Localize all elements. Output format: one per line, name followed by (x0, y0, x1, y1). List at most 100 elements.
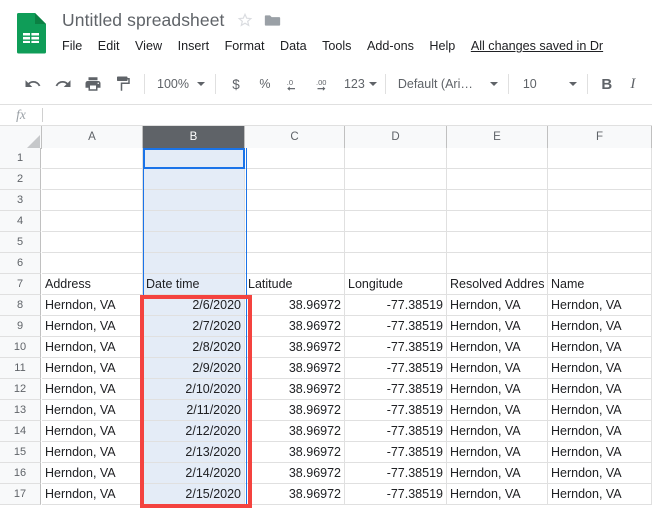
cell-E5[interactable] (447, 232, 548, 253)
zoom-selector[interactable]: 100% (151, 71, 209, 97)
number-format-selector[interactable]: 123 (340, 71, 379, 97)
cell-E7[interactable]: Resolved Addres (447, 274, 548, 295)
row-header-12[interactable]: 12 (0, 379, 41, 400)
cell-E8[interactable]: Herndon, VA (447, 295, 548, 316)
row-header-2[interactable]: 2 (0, 169, 41, 190)
cell-F11[interactable]: Herndon, VA (548, 358, 652, 379)
cell-D1[interactable] (345, 148, 447, 169)
cell-A12[interactable]: Herndon, VA (42, 379, 143, 400)
cell-F10[interactable]: Herndon, VA (548, 337, 652, 358)
row-header-7[interactable]: 7 (0, 274, 41, 295)
cell-D9[interactable]: -77.38519 (345, 316, 447, 337)
row-header-3[interactable]: 3 (0, 190, 41, 211)
cell-B16[interactable]: 2/14/2020 (143, 463, 245, 484)
cell-E16[interactable]: Herndon, VA (447, 463, 548, 484)
cell-B15[interactable]: 2/13/2020 (143, 442, 245, 463)
cell-C9[interactable]: 38.96972 (245, 316, 345, 337)
decrease-decimal-icon[interactable]: .0 (282, 71, 308, 97)
cell-A2[interactable] (42, 169, 143, 190)
cell-A14[interactable]: Herndon, VA (42, 421, 143, 442)
menu-data[interactable]: Data (280, 37, 307, 55)
cell-D12[interactable]: -77.38519 (345, 379, 447, 400)
cell-D5[interactable] (345, 232, 447, 253)
cell-C13[interactable]: 38.96972 (245, 400, 345, 421)
cell-F7[interactable]: Name (548, 274, 652, 295)
cell-C10[interactable]: 38.96972 (245, 337, 345, 358)
cell-E11[interactable]: Herndon, VA (447, 358, 548, 379)
menu-file[interactable]: File (62, 37, 82, 55)
cell-C8[interactable]: 38.96972 (245, 295, 345, 316)
font-family-selector[interactable]: Default (Ari… (392, 71, 502, 97)
bold-button[interactable]: B (594, 71, 620, 97)
document-title[interactable]: Untitled spreadsheet (62, 10, 225, 31)
cell-F14[interactable]: Herndon, VA (548, 421, 652, 442)
cell-E13[interactable]: Herndon, VA (447, 400, 548, 421)
cell-D2[interactable] (345, 169, 447, 190)
cell-C7[interactable]: Latitude (245, 274, 345, 295)
redo-icon[interactable] (50, 71, 76, 97)
save-status-link[interactable]: All changes saved in Dr (471, 37, 603, 55)
row-header-15[interactable]: 15 (0, 442, 41, 463)
cell-D4[interactable] (345, 211, 447, 232)
cell-C4[interactable] (245, 211, 345, 232)
cell-F12[interactable]: Herndon, VA (548, 379, 652, 400)
cell-D6[interactable] (345, 253, 447, 274)
cell-F3[interactable] (548, 190, 652, 211)
cell-B12[interactable]: 2/10/2020 (143, 379, 245, 400)
row-header-13[interactable]: 13 (0, 400, 41, 421)
row-header-8[interactable]: 8 (0, 295, 41, 316)
column-header-a[interactable]: A (42, 126, 143, 148)
increase-decimal-icon[interactable]: .00 (312, 71, 338, 97)
cell-E14[interactable]: Herndon, VA (447, 421, 548, 442)
menu-view[interactable]: View (135, 37, 162, 55)
cell-F16[interactable]: Herndon, VA (548, 463, 652, 484)
cell-A1[interactable] (42, 148, 143, 169)
cell-E2[interactable] (447, 169, 548, 190)
cell-B13[interactable]: 2/11/2020 (143, 400, 245, 421)
cell-D8[interactable]: -77.38519 (345, 295, 447, 316)
cell-F13[interactable]: Herndon, VA (548, 400, 652, 421)
menu-addons[interactable]: Add-ons (367, 37, 414, 55)
cell-C14[interactable]: 38.96972 (245, 421, 345, 442)
undo-icon[interactable] (20, 71, 46, 97)
menu-insert[interactable]: Insert (178, 37, 210, 55)
percent-format-button[interactable]: % (250, 71, 280, 97)
cell-F9[interactable]: Herndon, VA (548, 316, 652, 337)
row-header-16[interactable]: 16 (0, 463, 41, 484)
cell-A4[interactable] (42, 211, 143, 232)
column-header-f[interactable]: F (548, 126, 652, 148)
cell-F15[interactable]: Herndon, VA (548, 442, 652, 463)
cell-D17[interactable]: -77.38519 (345, 484, 447, 505)
cell-B8[interactable]: 2/6/2020 (143, 295, 245, 316)
paint-format-icon[interactable] (110, 71, 136, 97)
cell-B17[interactable]: 2/15/2020 (143, 484, 245, 505)
cell-E10[interactable]: Herndon, VA (447, 337, 548, 358)
cell-A11[interactable]: Herndon, VA (42, 358, 143, 379)
cell-A7[interactable]: Address (42, 274, 143, 295)
row-header-4[interactable]: 4 (0, 211, 41, 232)
folder-icon[interactable] (264, 13, 281, 28)
cell-A16[interactable]: Herndon, VA (42, 463, 143, 484)
currency-format-button[interactable]: $ (222, 71, 250, 97)
cell-A3[interactable] (42, 190, 143, 211)
cell-C1[interactable] (245, 148, 345, 169)
cell-C3[interactable] (245, 190, 345, 211)
cell-D3[interactable] (345, 190, 447, 211)
cell-C2[interactable] (245, 169, 345, 190)
cell-B9[interactable]: 2/7/2020 (143, 316, 245, 337)
cell-E9[interactable]: Herndon, VA (447, 316, 548, 337)
row-header-10[interactable]: 10 (0, 337, 41, 358)
italic-button[interactable]: I (620, 71, 646, 97)
row-header-5[interactable]: 5 (0, 232, 41, 253)
cell-A8[interactable]: Herndon, VA (42, 295, 143, 316)
row-header-1[interactable]: 1 (0, 148, 41, 169)
cell-B10[interactable]: 2/8/2020 (143, 337, 245, 358)
menu-edit[interactable]: Edit (98, 37, 120, 55)
cell-C11[interactable]: 38.96972 (245, 358, 345, 379)
cell-B6[interactable] (143, 253, 245, 274)
cell-C15[interactable]: 38.96972 (245, 442, 345, 463)
cell-F2[interactable] (548, 169, 652, 190)
cell-F8[interactable]: Herndon, VA (548, 295, 652, 316)
menu-format[interactable]: Format (225, 37, 265, 55)
cell-D11[interactable]: -77.38519 (345, 358, 447, 379)
